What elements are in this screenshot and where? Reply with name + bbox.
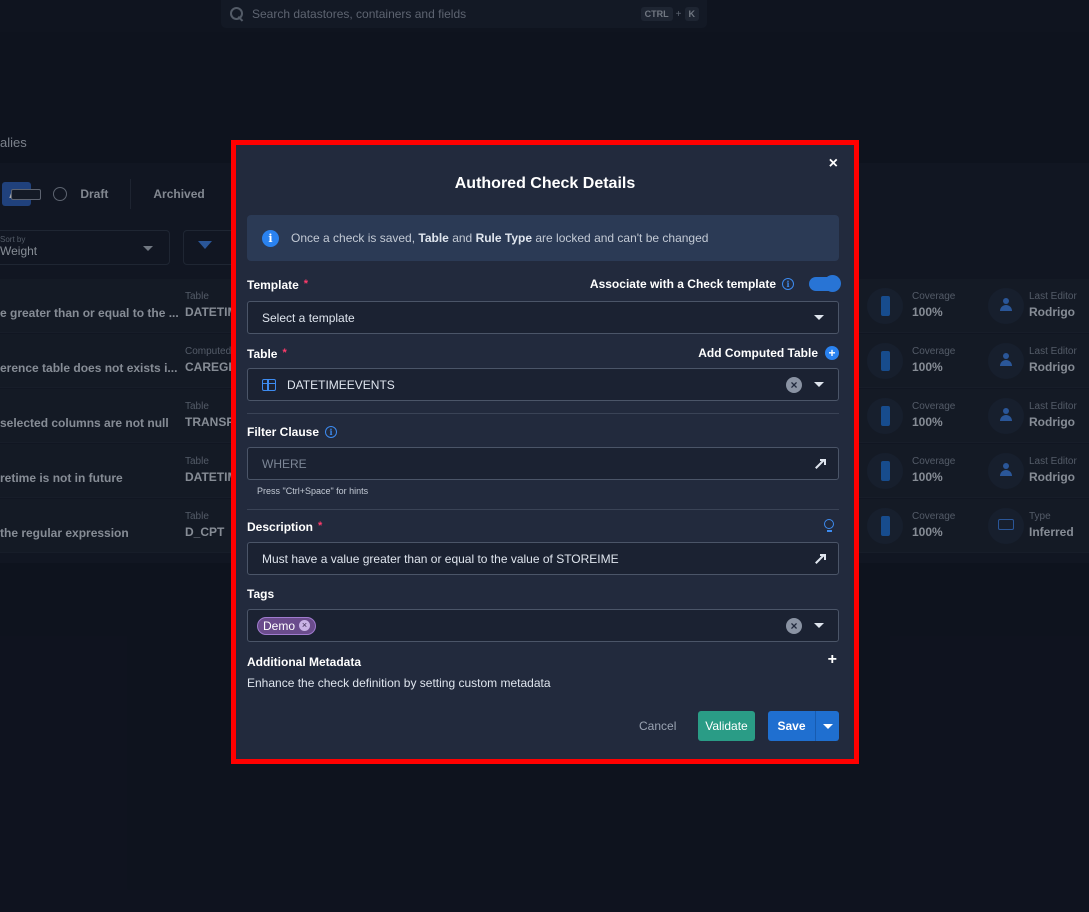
lightbulb-icon[interactable]	[824, 519, 834, 533]
info-banner: i Once a check is saved, Table and Rule …	[247, 215, 839, 261]
table-label: Table *	[247, 347, 287, 361]
info-icon: i	[262, 229, 279, 247]
info-icon[interactable]: i	[782, 278, 794, 290]
associate-template-toggle[interactable]	[809, 275, 841, 292]
tags-label: Tags	[247, 587, 275, 601]
tag-chip[interactable]: Demo ×	[257, 616, 317, 635]
dialog-title: Authored Check Details	[454, 175, 636, 192]
chevron-down-icon	[814, 623, 824, 628]
filter-clause-input[interactable]: WHERE	[247, 447, 839, 480]
table-icon	[262, 378, 276, 391]
add-computed-table-label: Add Computed Table	[698, 346, 818, 360]
filter-hint: Press "Ctrl+Space" for hints	[257, 486, 369, 496]
validate-button[interactable]: Validate	[698, 711, 755, 741]
template-label: Template *	[247, 278, 309, 292]
info-text: Once a check is saved, Table and Rule Ty…	[291, 231, 709, 245]
tags-select[interactable]: Demo × ×	[247, 609, 839, 642]
associate-template-toggle-row: Associate with a Check template i	[589, 275, 841, 292]
chevron-down-icon	[814, 315, 824, 320]
save-button[interactable]: Save	[768, 711, 815, 741]
close-icon[interactable]: ×	[829, 155, 838, 173]
associate-template-label: Associate with a Check template	[589, 277, 776, 291]
table-select[interactable]: DATETIMEEVENTS ×	[247, 368, 839, 401]
add-metadata-icon[interactable]: +	[828, 651, 837, 669]
expand-icon[interactable]	[814, 553, 826, 564]
divider	[247, 413, 839, 414]
chevron-down-icon	[822, 723, 833, 729]
clear-icon[interactable]: ×	[786, 617, 802, 634]
additional-metadata-label: Additional Metadata	[247, 655, 362, 669]
description-label: Description *	[247, 520, 323, 534]
template-select[interactable]: Select a template	[247, 301, 839, 334]
plus-circle-icon: +	[825, 346, 839, 360]
tags-chip-area: Demo ×	[257, 616, 786, 635]
divider	[247, 509, 839, 510]
cancel-button[interactable]: Cancel	[639, 719, 676, 733]
save-options-button[interactable]	[815, 711, 839, 741]
filter-clause-placeholder: WHERE	[262, 456, 307, 471]
add-computed-table-button[interactable]: Add Computed Table +	[698, 346, 839, 360]
filter-clause-label: Filter Clause i	[247, 425, 338, 439]
save-button-group: Save	[768, 711, 839, 741]
tag-chip-label: Demo	[263, 618, 296, 633]
authored-check-dialog: × Authored Check Details i Once a check …	[236, 145, 854, 759]
remove-tag-icon[interactable]: ×	[299, 620, 311, 631]
description-input[interactable]: Must have a value greater than or equal …	[247, 542, 839, 575]
description-value: Must have a value greater than or equal …	[262, 551, 619, 566]
chevron-down-icon	[814, 382, 824, 387]
expand-icon[interactable]	[814, 458, 826, 469]
clear-icon[interactable]: ×	[786, 376, 802, 393]
table-select-value: DATETIMEEVENTS	[287, 377, 395, 392]
info-icon[interactable]: i	[325, 426, 338, 438]
template-select-value: Select a template	[262, 310, 355, 325]
metadata-description: Enhance the check definition by setting …	[247, 676, 551, 690]
